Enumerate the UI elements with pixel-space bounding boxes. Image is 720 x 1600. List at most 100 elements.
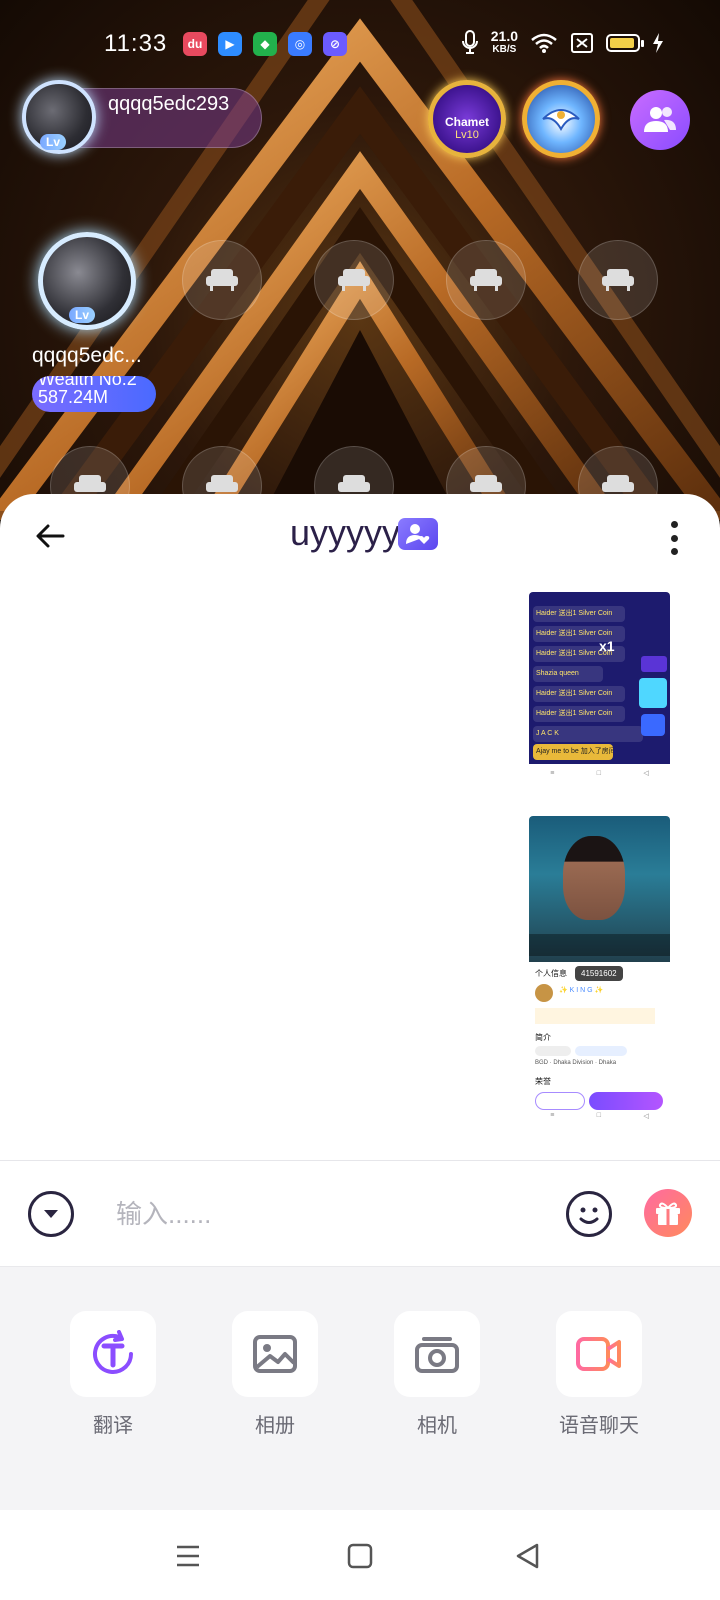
location-preview: BGD · Dhaka Division · Dhaka bbox=[535, 1060, 617, 1066]
more-options-button[interactable] bbox=[664, 518, 684, 558]
menu-icon bbox=[177, 1545, 199, 1567]
wealth-value: 587.24M bbox=[38, 387, 109, 407]
album-icon bbox=[232, 1311, 318, 1397]
arrow-left-icon bbox=[36, 524, 65, 548]
chamet-badge-title: Chamet bbox=[444, 115, 489, 129]
host-avatar[interactable]: Lv bbox=[22, 80, 96, 154]
tool-voice-chat[interactable]: 语音聊天 bbox=[556, 1311, 642, 1438]
image-glyph bbox=[253, 1335, 297, 1373]
preview-nav-bar: ≡ □ ◁ bbox=[529, 764, 670, 782]
collapse-panel-button[interactable] bbox=[28, 1191, 74, 1237]
home-icon: □ bbox=[596, 1112, 601, 1119]
message-input[interactable] bbox=[116, 1191, 516, 1237]
honor-section-label: 荣誉 bbox=[535, 1077, 551, 1086]
user-id-tooltip: 41591602 bbox=[575, 966, 623, 981]
menu-icon: ≡ bbox=[550, 1112, 555, 1119]
net-speed-unit: KB/S bbox=[492, 44, 517, 55]
preview-star-badge bbox=[641, 714, 665, 736]
room-users-button[interactable] bbox=[630, 90, 690, 150]
dot bbox=[670, 534, 678, 542]
mini-avatar bbox=[535, 984, 553, 1002]
dot bbox=[670, 521, 678, 528]
occupant-level-tag: Lv bbox=[69, 307, 96, 323]
image-message-2[interactable]: 个人信息 41591602 ✨ K I N G ✨ 简介 BGD · Dhaka… bbox=[529, 816, 670, 1130]
occupant-avatar[interactable]: Lv bbox=[38, 232, 136, 330]
eagle-badge-icon[interactable] bbox=[522, 80, 600, 158]
photo-thumb-strip bbox=[529, 934, 670, 956]
back-button[interactable] bbox=[30, 516, 70, 556]
wifi-icon bbox=[531, 33, 557, 53]
gift-button[interactable] bbox=[644, 1189, 692, 1237]
info-section-label: 个人信息 bbox=[535, 969, 567, 978]
mic-icon bbox=[461, 30, 478, 54]
camera-glyph bbox=[415, 1337, 459, 1373]
empty-seat[interactable] bbox=[314, 240, 394, 320]
back-icon: ◁ bbox=[643, 1113, 649, 1120]
preview-multiplier: x1 bbox=[599, 638, 615, 654]
empty-seat[interactable] bbox=[446, 240, 526, 320]
empty-seat[interactable] bbox=[578, 240, 658, 320]
shop-app-icon: ◆ bbox=[253, 32, 277, 56]
smiley-icon bbox=[579, 1207, 599, 1224]
browser-app-icon: ◎ bbox=[288, 32, 312, 56]
nav-back-button[interactable] bbox=[508, 1536, 548, 1576]
system-nav-bar bbox=[0, 1510, 720, 1600]
emoji-button[interactable] bbox=[566, 1191, 612, 1237]
preview-side-card bbox=[639, 678, 667, 708]
tool-album[interactable]: 相册 bbox=[232, 1311, 318, 1438]
video-call-icon bbox=[556, 1311, 642, 1397]
clean-app-icon: ⊘ bbox=[323, 32, 347, 56]
tool-translate[interactable]: 翻译 bbox=[70, 1311, 156, 1438]
preview-row: Shazia queen bbox=[533, 666, 603, 682]
profile-photo-preview bbox=[529, 816, 670, 962]
home-icon bbox=[347, 1543, 373, 1569]
video-app-icon: ▶ bbox=[218, 32, 242, 56]
notification-icons: du ▶ ◆ ◎ ⊘ bbox=[183, 32, 347, 56]
empty-seat[interactable] bbox=[182, 240, 262, 320]
status-bar: 11:33 du ▶ ◆ ◎ ⊘ 21.0 KB/S bbox=[0, 24, 720, 64]
translate-icon bbox=[70, 1311, 156, 1397]
host-name: qqqq5edc293 bbox=[108, 93, 230, 115]
tool-label: 相机 bbox=[417, 1415, 457, 1437]
profile-info-preview: 个人信息 41591602 ✨ K I N G ✨ 简介 BGD · Dhaka… bbox=[529, 962, 670, 1130]
chamet-badge-level: Lv10 bbox=[455, 129, 479, 141]
sofa-icon bbox=[206, 269, 238, 291]
preview-row: Haider 送出1 Silver Coin bbox=[533, 706, 625, 722]
chevron-down-icon bbox=[44, 1210, 58, 1218]
image-message-1[interactable]: Haider 送出1 Silver Coin Haider 送出1 Silver… bbox=[529, 592, 670, 782]
preview-video-call-button bbox=[589, 1092, 663, 1110]
translate-glyph bbox=[93, 1330, 133, 1374]
eagle-icon bbox=[542, 109, 580, 132]
back-icon: ◁ bbox=[643, 770, 649, 777]
screenshot-chat-preview: Haider 送出1 Silver Coin Haider 送出1 Silver… bbox=[529, 592, 670, 764]
preview-row: Haider 送出1 Silver Coin bbox=[533, 686, 625, 702]
chat-header: uyyyyy bbox=[0, 494, 720, 580]
net-speed: 21.0 KB/S bbox=[491, 29, 518, 56]
sofa-icon bbox=[470, 269, 502, 291]
tool-label: 语音聊天 bbox=[559, 1415, 639, 1437]
tool-label: 翻译 bbox=[93, 1415, 133, 1437]
preview-message-button bbox=[535, 1092, 585, 1110]
tag-chip bbox=[535, 1046, 571, 1056]
intro-section-label: 简介 bbox=[535, 1033, 551, 1042]
battery-fill bbox=[610, 38, 634, 48]
attachment-tools-panel: 翻译 相册 相机 语音聊天 bbox=[0, 1266, 720, 1510]
nav-home-button[interactable] bbox=[340, 1536, 380, 1576]
users-icon bbox=[644, 107, 676, 132]
gift-icon bbox=[656, 1202, 680, 1225]
system-status-icons: 21.0 KB/S bbox=[461, 29, 664, 56]
preview-row: Ajay me to be 加入了房间 bbox=[533, 744, 613, 760]
battery-icon bbox=[606, 34, 644, 52]
tag-chip bbox=[575, 1046, 627, 1056]
sofa-icon bbox=[602, 269, 634, 291]
preview-row: Haider 送出1 Silver Coin bbox=[533, 606, 625, 622]
user-heart-icon bbox=[406, 524, 430, 544]
chamet-level-badge[interactable]: Chamet Lv10 bbox=[428, 80, 506, 158]
bio-line bbox=[535, 1008, 655, 1024]
nav-menu-button[interactable] bbox=[168, 1536, 208, 1576]
profile-face bbox=[563, 836, 625, 920]
status-time: 11:33 bbox=[104, 30, 168, 57]
tool-camera[interactable]: 相机 bbox=[394, 1311, 480, 1438]
sofa-icon bbox=[338, 269, 370, 291]
dot bbox=[670, 548, 678, 555]
